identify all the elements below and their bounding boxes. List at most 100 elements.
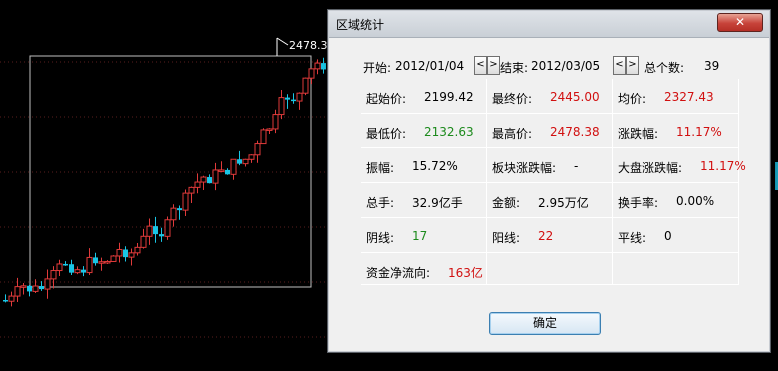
candle-body — [242, 158, 249, 165]
stat-value: 2327.43 — [664, 90, 714, 104]
end-next-button[interactable]: > — [626, 56, 639, 75]
stats-grid: 起始价: 2199.42 最终价: 2445.00 均价: 2327.43 最低价: 2132… — [361, 79, 746, 285]
start-date-value: 2012/01/04 — [395, 59, 465, 73]
candle-body — [44, 278, 51, 290]
stat-label: 振幅: — [366, 161, 395, 175]
candle-body — [302, 77, 309, 94]
stat-avg-price: 均价: 2327.43 — [613, 79, 739, 114]
stat-value: 32.9亿手 — [412, 196, 463, 210]
stat-label: 总手: — [366, 196, 395, 210]
stat-value: 11.17% — [700, 159, 746, 173]
candle-body — [237, 159, 242, 164]
candle-body — [110, 255, 117, 262]
stat-label: 金额: — [492, 196, 521, 210]
stat-label: 板块涨跌幅: — [492, 161, 557, 175]
end-prev-button[interactable]: < — [613, 56, 626, 75]
dialog-titlebar[interactable]: 区域统计 ✕ — [329, 11, 769, 38]
stat-market-change: 大盘涨跌幅: 11.17% — [613, 148, 746, 183]
stat-label: 资金净流向: — [366, 266, 431, 280]
dialog-title: 区域统计 — [336, 18, 385, 32]
candle-body — [14, 286, 21, 297]
candle-body — [153, 226, 158, 235]
candle-body — [285, 97, 290, 100]
candle-body — [194, 181, 201, 188]
candle-body — [212, 169, 219, 184]
candles — [3, 57, 326, 307]
stat-low-price: 最低价: 2132.63 — [361, 114, 487, 148]
candle-body — [188, 186, 195, 194]
stat-label: 大盘涨跌幅: — [618, 161, 683, 175]
candle-body — [321, 63, 326, 70]
stat-value: 0.00% — [676, 194, 715, 208]
candle-body — [134, 246, 141, 254]
count-label: 总个数: — [644, 61, 685, 75]
candle-body — [170, 207, 177, 221]
candle-body — [20, 285, 27, 288]
end-date-value: 2012/03/05 — [531, 59, 601, 73]
stat-label: 换手率: — [618, 196, 659, 210]
candle-body — [291, 99, 296, 102]
stat-value: 11.17% — [676, 125, 722, 139]
candle-body — [74, 269, 81, 274]
candle-body — [63, 263, 68, 266]
candle-body — [260, 129, 267, 145]
stat-up-days: 阳线: 22 — [487, 218, 613, 253]
candle-body — [182, 192, 189, 211]
stat-down-days: 阴线: 17 — [361, 218, 487, 253]
stat-net-flow: 资金净流向: 163亿 — [361, 253, 487, 285]
candle-body — [81, 269, 86, 273]
candle-body — [177, 208, 182, 211]
start-next-button[interactable]: > — [487, 56, 500, 75]
stat-label: 涨跌幅: — [618, 127, 659, 141]
candle-body — [225, 169, 230, 175]
stat-value: 15.72% — [412, 159, 458, 173]
stat-value: 2478.38 — [550, 125, 600, 139]
candle-body — [93, 257, 98, 264]
start-prev-button[interactable]: < — [474, 56, 487, 75]
stat-label: 最终价: — [492, 92, 533, 106]
stat-value: 163亿 — [448, 266, 483, 280]
stat-total-volume: 总手: 32.9亿手 — [361, 183, 487, 218]
candle-body — [32, 285, 39, 292]
candle-body — [159, 234, 164, 237]
stat-value: - — [574, 159, 579, 173]
candle-body — [200, 176, 207, 183]
candle-body — [116, 249, 123, 257]
high-marker: 2478.3 — [276, 37, 328, 56]
stat-amplitude: 振幅: 15.72% — [361, 148, 487, 183]
stat-label: 最高价: — [492, 127, 533, 141]
stat-label: 阴线: — [366, 231, 395, 245]
count-value: 39 — [704, 59, 720, 73]
candle-body — [164, 219, 171, 237]
candle-body — [314, 62, 321, 70]
candle-body — [272, 114, 279, 130]
candle-body — [56, 263, 63, 272]
date-range-row: 开始: 2012/01/04 < > 结束: 2012/03/05 < > 总个… — [328, 56, 770, 79]
stat-label: 平线: — [618, 231, 647, 245]
candle-body — [278, 97, 285, 116]
stat-turnover: 换手率: 0.00% — [613, 183, 739, 218]
candle-body — [3, 300, 8, 302]
stat-empty-cell — [487, 253, 613, 285]
stat-change-pct: 涨跌幅: 11.17% — [613, 114, 739, 148]
stat-start-price: 起始价: 2199.42 — [361, 79, 487, 114]
stat-label: 均价: — [618, 92, 647, 106]
end-label: 结束: — [500, 61, 529, 75]
candle-body — [308, 68, 315, 79]
candle-body — [128, 252, 135, 258]
close-button[interactable]: ✕ — [717, 13, 763, 32]
stat-sector-change: 板块涨跌幅: - — [487, 148, 613, 183]
stat-high-price: 最高价: 2478.38 — [487, 114, 613, 148]
candle-body — [266, 128, 273, 131]
candle-body — [230, 158, 237, 175]
candle-body — [98, 261, 105, 264]
stat-value: 2445.00 — [550, 90, 600, 104]
candle-body — [8, 295, 15, 302]
candle-body — [254, 143, 261, 156]
stat-value: 2199.42 — [424, 90, 474, 104]
ok-button[interactable]: 确定 — [489, 312, 601, 335]
stat-label: 最低价: — [366, 127, 407, 141]
stat-label: 阳线: — [492, 231, 521, 245]
stat-label: 起始价: — [366, 92, 407, 106]
chart-gridlines — [0, 61, 327, 338]
